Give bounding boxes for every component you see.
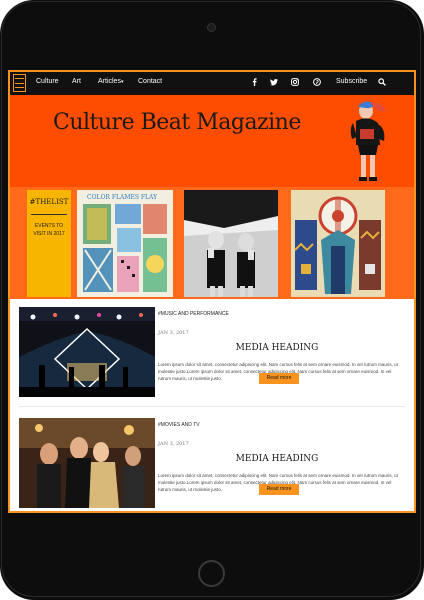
nav-link-culture[interactable]: Culture <box>36 77 59 87</box>
search-icon[interactable] <box>377 76 387 88</box>
article-heading[interactable]: MEDIA HEADING <box>158 342 396 355</box>
pinterest-icon[interactable] <box>312 76 322 88</box>
nav-link-articles-label: Articles <box>98 78 121 85</box>
front-camera <box>207 23 216 32</box>
read-more-button[interactable]: Read more <box>259 373 299 384</box>
twitter-icon[interactable] <box>269 76 279 88</box>
nav-link-contact[interactable]: Contact <box>138 77 162 87</box>
feature-thumbnail-painting[interactable] <box>291 190 385 297</box>
tablet-screen: Culture Art Articles▾ Contact Subscribe <box>8 70 416 513</box>
bw-photo-artwork <box>184 190 278 297</box>
article-list: #MUSIC AND PERFORMANCE JAN 3, 2017 MEDIA… <box>10 299 414 511</box>
article-date: JAN 3, 2017 <box>158 330 189 336</box>
instagram-icon[interactable] <box>290 76 300 88</box>
home-button[interactable] <box>198 560 225 587</box>
facebook-icon[interactable] <box>249 76 259 88</box>
tablet-device: Culture Art Articles▾ Contact Subscribe <box>0 0 424 600</box>
feature-thumbnail-photo[interactable] <box>184 190 278 297</box>
thelist-subtitle-line1: EVENTS TO <box>34 223 64 229</box>
thelist-card[interactable]: #THELIST EVENTS TO VISIT IN 2017 <box>27 190 71 297</box>
site-title: Culture Beat Magazine <box>53 110 301 135</box>
hamburger-icon[interactable] <box>13 74 26 92</box>
thelist-title: #THELIST <box>29 198 69 206</box>
feature-thumbnail-poster[interactable]: COLOR FLAMES FLAY <box>77 190 173 297</box>
top-navbar: Culture Art Articles▾ Contact Subscribe <box>10 72 414 95</box>
subscribe-link[interactable]: Subscribe <box>336 77 367 87</box>
read-more-button[interactable]: Read more <box>259 484 299 495</box>
hero-illustration <box>350 101 386 181</box>
nav-link-art[interactable]: Art <box>72 77 81 87</box>
chevron-down-icon: ▾ <box>120 79 124 85</box>
painting-artwork <box>291 190 385 297</box>
film-still-photo <box>19 418 155 508</box>
concert-photo <box>19 307 155 397</box>
article-image-film[interactable] <box>19 418 155 508</box>
hero-banner: Culture Beat Magazine <box>10 95 414 187</box>
poster-artwork <box>83 204 167 292</box>
article-heading[interactable]: MEDIA HEADING <box>158 453 396 466</box>
article-date: JAN 3, 2017 <box>158 441 189 447</box>
nav-link-articles[interactable]: Articles▾ <box>98 77 123 87</box>
poster-title: COLOR FLAMES FLAY <box>87 194 158 201</box>
feature-strip: #THELIST EVENTS TO VISIT IN 2017 COLOR F… <box>10 187 414 299</box>
thelist-divider <box>31 214 67 215</box>
article-category: #MUSIC AND PERFORMANCE <box>158 311 229 317</box>
article-card-movies: #MOVIES AND TV JAN 3, 2017 MEDIA HEADING… <box>10 416 414 511</box>
article-category: #MOVIES AND TV <box>158 422 200 428</box>
thelist-subtitle-line2: VISIT IN 2017 <box>33 231 65 237</box>
article-divider <box>19 406 405 407</box>
article-card-music: #MUSIC AND PERFORMANCE JAN 3, 2017 MEDIA… <box>10 305 414 401</box>
article-image-concert[interactable] <box>19 307 155 397</box>
